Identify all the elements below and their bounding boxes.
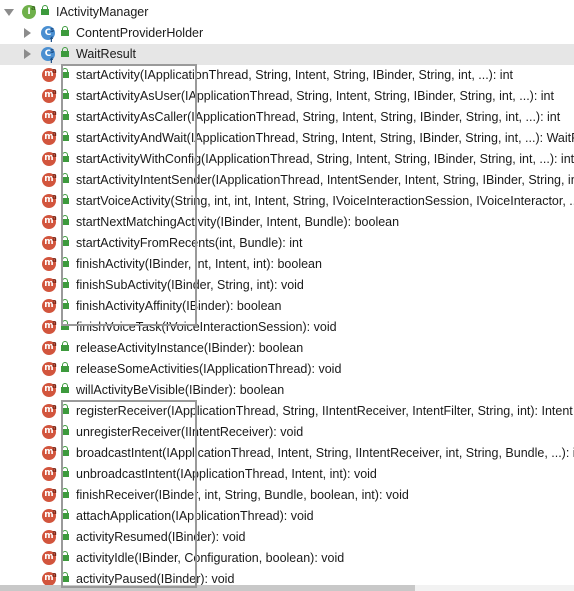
method-label: releaseSomeActivities(IApplicationThread… — [76, 362, 342, 376]
tree-class-row[interactable]: Cs f ContentProviderHolder — [0, 23, 574, 44]
public-lock-icon — [61, 47, 69, 58]
abstract-method-icon: ma — [42, 151, 57, 166]
public-lock-icon — [61, 362, 69, 373]
tree-method-row[interactable]: m a releaseSomeActivities(IApplicationThre… — [0, 359, 574, 380]
public-lock-icon — [61, 341, 69, 352]
public-lock-icon — [61, 26, 69, 37]
expand-chevron-right-icon[interactable] — [24, 28, 31, 38]
tree-class-row[interactable]: Cs f WaitResult — [0, 44, 574, 65]
abstract-method-icon: ma — [42, 571, 57, 586]
abstract-method-icon: ma — [42, 109, 57, 124]
abstract-method-icon: ma — [42, 487, 57, 502]
abstract-method-icon: ma — [42, 298, 57, 313]
public-lock-icon — [41, 5, 49, 16]
method-label: willActivityBeVisible(IBinder): boolean — [76, 383, 285, 397]
abstract-method-icon: ma — [42, 172, 57, 187]
static-final-class-icon: Csf — [41, 47, 55, 65]
expand-chevron-down-icon[interactable] — [4, 9, 14, 16]
abstract-method-icon: ma — [42, 214, 57, 229]
abstract-method-icon: ma — [42, 466, 57, 481]
static-final-class-icon: Csf — [41, 26, 55, 44]
highlight-box-receiver-methods — [61, 400, 197, 588]
abstract-method-icon: ma — [42, 403, 57, 418]
abstract-method-icon: ma — [42, 256, 57, 271]
tree-method-row[interactable]: m a willActivityBeVisible(IBinder): boolea… — [0, 380, 574, 401]
abstract-method-icon: ma — [42, 235, 57, 250]
abstract-method-icon: ma — [42, 340, 57, 355]
tree-root-row[interactable]: Ia IActivityManager — [0, 2, 574, 23]
public-lock-icon — [61, 383, 69, 394]
abstract-method-icon: ma — [42, 361, 57, 376]
abstract-method-icon: ma — [42, 130, 57, 145]
abstract-method-icon: ma — [42, 508, 57, 523]
highlight-box-activity-methods — [61, 64, 197, 326]
root-label: IActivityManager — [56, 5, 149, 19]
class-label: ContentProviderHolder — [76, 26, 204, 40]
tree-method-row[interactable]: m a releaseActivityInstance(IBinder): bool… — [0, 338, 574, 359]
abstract-method-icon: ma — [42, 277, 57, 292]
abstract-method-icon: ma — [42, 88, 57, 103]
expand-chevron-right-icon[interactable] — [24, 49, 31, 59]
abstract-method-icon: ma — [42, 67, 57, 82]
abstract-method-icon: ma — [42, 193, 57, 208]
class-label: WaitResult — [76, 47, 136, 61]
method-label: releaseActivityInstance(IBinder): boolea… — [76, 341, 304, 355]
abstract-method-icon: ma — [42, 424, 57, 439]
abstract-method-icon: ma — [42, 550, 57, 565]
abstract-method-icon: ma — [42, 529, 57, 544]
abstract-method-icon: ma — [42, 445, 57, 460]
interface-icon: Ia — [22, 4, 36, 19]
abstract-method-icon: ma — [42, 382, 57, 397]
abstract-method-icon: ma — [42, 319, 57, 334]
